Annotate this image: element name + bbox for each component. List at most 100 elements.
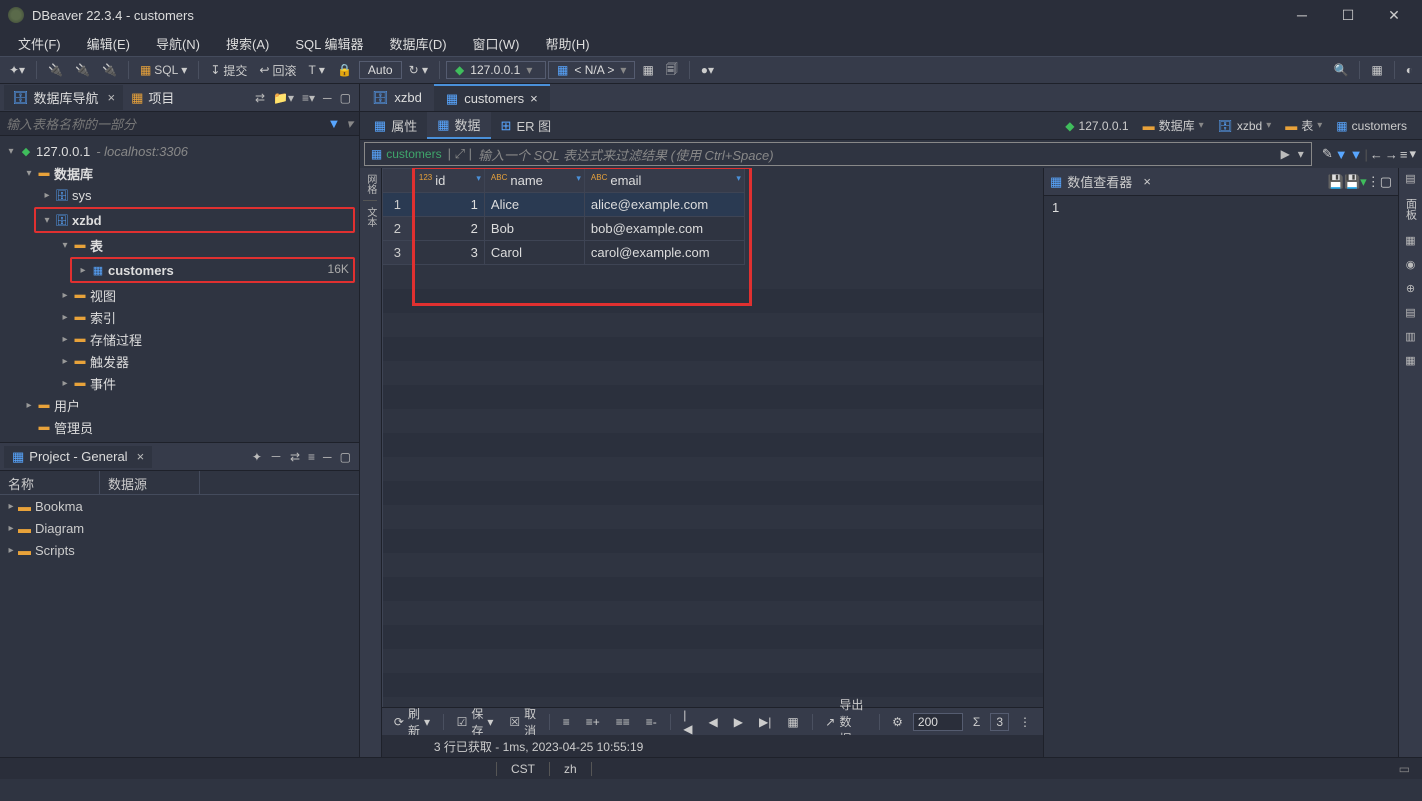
add-icon[interactable]: ✦ [248, 448, 266, 466]
more-icon[interactable]: ⋮ [1367, 174, 1380, 190]
col-datasource[interactable]: 数据源 [100, 471, 200, 494]
menu-database[interactable]: 数据库(D) [378, 31, 459, 56]
nav-menu-icon[interactable]: ≡ [1400, 147, 1408, 162]
tree-triggers[interactable]: ▸▬ 触发器 [0, 350, 359, 372]
vtool-3[interactable]: ⊕ [1402, 282, 1420, 300]
tree-sys[interactable]: ▸🗄 sys [0, 184, 359, 206]
tab-db-navigator[interactable]: 🗄数据库导航× [4, 85, 123, 110]
editor-tab-xzbd[interactable]: 🗄xzbd [360, 84, 434, 111]
tab-project-general[interactable]: ▦Project - General× [4, 446, 152, 468]
nav-fwd-icon[interactable]: → [1385, 147, 1398, 162]
schema-combo[interactable]: ▦ < N/A > ▾ [548, 61, 635, 79]
sql-filter-input[interactable]: 输入一个 SQL 表达式来过滤结果 (使用 Ctrl+Space) [472, 145, 1274, 164]
filter-clear-icon[interactable]: ▾ [346, 116, 353, 132]
nav-connect-icon[interactable]: ⇄ [251, 89, 269, 107]
perspective-button[interactable]: ▦ [1366, 61, 1387, 79]
more-icon[interactable]: ⋮ [1013, 713, 1037, 731]
tree-admin[interactable]: ▬ 管理员 [0, 416, 359, 438]
filter-history-button[interactable]: ▾ [1295, 147, 1307, 161]
crumb-table[interactable]: ▦customers [1331, 118, 1412, 134]
panels-button[interactable]: ▤ [1402, 172, 1420, 190]
grid-filter2-icon[interactable]: ▼ [1350, 147, 1363, 162]
vtool-2[interactable]: ◉ [1402, 258, 1420, 276]
nav-menu2-icon[interactable]: ▾ [1409, 146, 1416, 162]
filter-icon[interactable]: ▼ [328, 116, 341, 131]
col-name[interactable]: 名称 [0, 471, 100, 494]
tree-indexes[interactable]: ▸▬ 索引 [0, 306, 359, 328]
subtab-er[interactable]: ⊞ER 图 [491, 113, 562, 138]
page-settings-icon[interactable]: ▦ [781, 713, 804, 731]
value-viewer-content[interactable]: 1 [1044, 196, 1398, 757]
status-tray-icon[interactable]: ▭ [1399, 762, 1410, 776]
close-icon[interactable]: × [108, 90, 116, 105]
grid-filter-icon[interactable]: ▼ [1335, 147, 1348, 162]
txn-mode-button[interactable]: T ▾ [303, 61, 329, 79]
panels-label[interactable]: 面板 [1403, 198, 1419, 220]
crumb-databases[interactable]: ▬数据库▾ [1138, 116, 1209, 135]
subtab-data[interactable]: ▦数据 [427, 112, 490, 139]
del-row-icon[interactable]: ≡- [640, 713, 663, 731]
link-icon[interactable]: ⇄ [286, 448, 304, 466]
dup-row-icon[interactable]: ≡≡ [610, 713, 636, 731]
txn-log-button[interactable]: ↻ ▾ [404, 61, 433, 79]
tab-value-viewer[interactable]: ▦数值查看器× [1050, 172, 1328, 191]
commit-button[interactable]: ↧ 提交 [205, 60, 252, 81]
save-value-icon[interactable]: 💾 [1328, 174, 1344, 190]
close-icon[interactable]: × [530, 91, 538, 106]
maximize-icon[interactable]: ▢ [336, 89, 355, 107]
minimize-icon[interactable]: ─ [319, 89, 336, 107]
edit-icon[interactable]: ≡ [557, 713, 576, 731]
editor-tab-customers[interactable]: ▦customers× [434, 84, 550, 111]
menu-sqleditor[interactable]: SQL 编辑器 [283, 31, 375, 56]
rollback-button[interactable]: ↩ 回滚 [254, 60, 301, 81]
nav-settings-icon[interactable]: ≡▾ [298, 89, 319, 107]
col-name[interactable]: ABCname▾ [484, 169, 584, 193]
prev-page-icon[interactable]: ◀ [703, 713, 724, 731]
minimize-icon[interactable]: ─ [319, 448, 336, 466]
project-item[interactable]: ▸▬ Bookma [0, 495, 359, 517]
maximize-button[interactable]: ☐ [1334, 7, 1362, 24]
search-button[interactable]: 🔍 [1328, 61, 1353, 79]
maximize-icon[interactable]: ▢ [1380, 174, 1392, 190]
menu-edit[interactable]: 编辑(E) [75, 31, 142, 56]
gear-icon[interactable]: ⚙ [886, 713, 909, 731]
tree-customers[interactable]: ▸▦ customers [72, 259, 353, 281]
sql-table-label[interactable]: ▦customers [365, 147, 448, 161]
tool-icon-2[interactable]: 🗐 [661, 58, 683, 83]
table-row[interactable]: 3 3 Carol carol@example.com [382, 241, 744, 265]
project-item[interactable]: ▸▬ Diagram [0, 517, 359, 539]
apply-filter-button[interactable]: ▶ [1278, 147, 1293, 161]
save-value2-icon[interactable]: 💾▾ [1344, 174, 1367, 190]
add-row-icon[interactable]: ≡+ [580, 713, 606, 731]
close-icon[interactable]: × [137, 449, 145, 464]
first-page-icon[interactable]: |◀ [677, 706, 698, 738]
new-connection-button[interactable]: ✦▾ [4, 61, 30, 79]
next-page-icon[interactable]: ▶ [728, 713, 749, 731]
tree-tables[interactable]: ▾▬ 表 [0, 234, 359, 256]
avatar-icon[interactable]: ◐ [1401, 61, 1418, 79]
close-icon[interactable]: × [1143, 174, 1151, 189]
page-size-input[interactable] [913, 713, 963, 731]
tree-xzbd[interactable]: ▾🗄 xzbd [36, 209, 353, 231]
grid-refresh-icon[interactable]: ✎ [1322, 146, 1333, 162]
menu-navigate[interactable]: 导航(N) [144, 31, 212, 56]
vtool-4[interactable]: ▤ [1402, 306, 1420, 324]
project-item[interactable]: ▸▬ Scripts [0, 539, 359, 561]
menu-help[interactable]: 帮助(H) [533, 31, 601, 56]
tree-views[interactable]: ▸▬ 视图 [0, 284, 328, 306]
row-header-corner[interactable] [382, 169, 412, 193]
tree-events[interactable]: ▸▬ 事件 [0, 372, 359, 394]
reconnect-button[interactable]: 🔌 [97, 61, 122, 79]
grid-tab-grid[interactable]: 网格 [363, 174, 378, 194]
table-row[interactable]: 2 2 Bob bob@example.com [382, 217, 744, 241]
tab-projects[interactable]: ▦项目 [123, 85, 182, 110]
menu-file[interactable]: 文件(F) [6, 31, 73, 56]
col-email[interactable]: ABCemail▾ [584, 169, 744, 193]
menu-search[interactable]: 搜索(A) [214, 31, 281, 56]
config-icon[interactable]: ≡ [304, 448, 319, 466]
tool-icon-3[interactable]: ●▾ [696, 61, 719, 79]
tree-procedures[interactable]: ▸▬ 存储过程 [0, 328, 359, 350]
vtool-5[interactable]: ▥ [1402, 330, 1420, 348]
disconnect-button[interactable]: 🔌 [70, 61, 95, 79]
subtab-properties[interactable]: ▦属性 [364, 113, 427, 138]
